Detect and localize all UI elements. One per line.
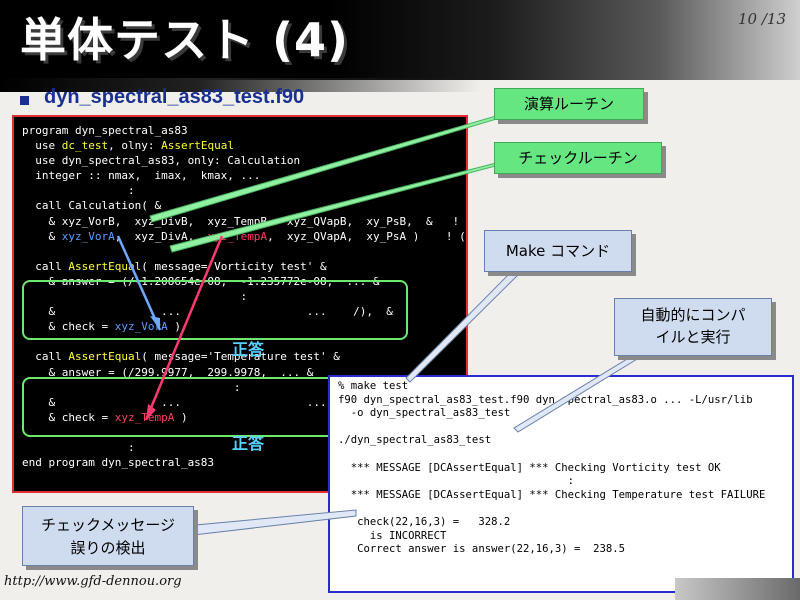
callout-check-message-line-2: 誤りの検出 [70, 539, 146, 557]
vorticity-arrow [116, 235, 162, 331]
callout-make-pointer [405, 262, 532, 383]
callout-calculation-routine: 演算ルーチン [494, 88, 644, 120]
footer-corner-decoration [675, 578, 800, 600]
callout-calculation-routine-text: 演算ルーチン [523, 95, 614, 113]
callout-check-message-line-1: チェックメッセージ [40, 516, 176, 534]
footer-url: http://www.gfd-dennou.org [4, 574, 182, 589]
vorticity-arrowhead-icon [150, 316, 160, 330]
callout-check-message: チェックメッセージ 誤りの検出 [22, 506, 194, 566]
callout-auto-compile: 自動的にコンパ イルと実行 [614, 298, 772, 356]
callout-check-routine-text: チェックルーチン [518, 149, 638, 167]
callout-make-command: Make コマンド [484, 230, 632, 272]
callout-check-routine: チェックルーチン [494, 142, 662, 174]
callout-auto-compile-line-1: 自動的にコンパ [640, 306, 746, 324]
temperature-arrow [144, 235, 224, 421]
callout-auto-pointer [513, 344, 662, 433]
callout-msg-pointer [184, 509, 357, 537]
callout-make-command-text: Make コマンド [505, 242, 611, 260]
temperature-arrowhead-icon [146, 404, 156, 420]
callout-auto-compile-line-2: イルと実行 [655, 328, 731, 346]
